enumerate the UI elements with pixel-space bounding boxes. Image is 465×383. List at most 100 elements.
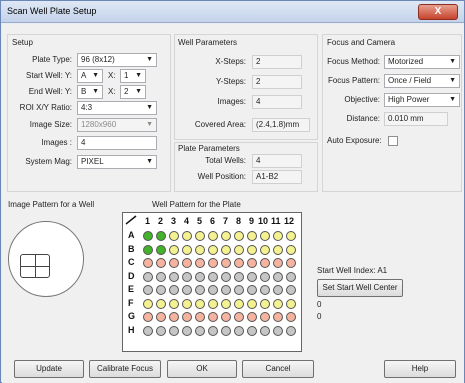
plate-well[interactable]	[234, 258, 244, 268]
set-start-well-center-button[interactable]: Set Start Well Center	[317, 279, 403, 297]
plate-well[interactable]	[247, 325, 257, 336]
plate-well[interactable]	[286, 325, 296, 336]
plate-well[interactable]	[234, 271, 244, 282]
plate-well[interactable]	[143, 298, 153, 309]
plate-well[interactable]	[195, 258, 205, 268]
plate-well[interactable]	[221, 298, 231, 309]
plate-well[interactable]	[156, 271, 166, 282]
plate-well[interactable]	[182, 298, 192, 309]
plate-well[interactable]	[273, 298, 283, 309]
plate-well[interactable]	[247, 285, 257, 295]
focus-method-select[interactable]: Motorized ▼	[384, 55, 460, 69]
plate-well[interactable]	[208, 285, 218, 295]
plate-well[interactable]	[273, 271, 283, 282]
plate-well[interactable]	[286, 244, 296, 255]
plate-well[interactable]	[143, 312, 153, 322]
plate-type-select[interactable]: 96 (8x12) ▼	[77, 53, 157, 67]
plate-well[interactable]	[221, 312, 231, 322]
plate-well[interactable]	[260, 298, 270, 309]
system-mag-select[interactable]: PIXEL ▼	[77, 155, 157, 169]
plate-well[interactable]	[247, 271, 257, 282]
plate-well[interactable]	[143, 325, 153, 336]
plate-well[interactable]	[208, 244, 218, 255]
plate-well[interactable]	[169, 271, 179, 282]
start-y-select[interactable]: A ▼	[77, 69, 103, 83]
plate-well[interactable]	[273, 244, 283, 255]
plate-well[interactable]	[169, 325, 179, 336]
plate-well[interactable]	[260, 312, 270, 322]
plate-well[interactable]	[260, 231, 270, 241]
plate-well[interactable]	[273, 312, 283, 322]
plate-well[interactable]	[208, 298, 218, 309]
plate-well[interactable]	[286, 312, 296, 322]
calibrate-focus-button[interactable]: Calibrate Focus	[89, 360, 161, 378]
plate-well[interactable]	[195, 298, 205, 309]
plate-well[interactable]	[247, 312, 257, 322]
plate-well[interactable]	[260, 244, 270, 255]
plate-well[interactable]	[208, 312, 218, 322]
plate-well[interactable]	[234, 285, 244, 295]
plate-well[interactable]	[169, 244, 179, 255]
plate-well[interactable]	[182, 285, 192, 295]
help-button[interactable]: Help	[384, 360, 456, 378]
plate-well[interactable]	[221, 285, 231, 295]
plate-well[interactable]	[273, 325, 283, 336]
plate-well[interactable]	[182, 231, 192, 241]
plate-well[interactable]	[247, 258, 257, 268]
plate-well[interactable]	[273, 258, 283, 268]
plate-well[interactable]	[169, 258, 179, 268]
plate-well[interactable]	[208, 325, 218, 336]
plate-well[interactable]	[221, 231, 231, 241]
plate-well[interactable]	[143, 285, 153, 295]
auto-exposure-checkbox[interactable]	[388, 136, 398, 146]
plate-well[interactable]	[143, 231, 153, 241]
focus-pattern-select[interactable]: Once / Field ▼	[384, 74, 460, 88]
plate-well[interactable]	[169, 231, 179, 241]
plate-well[interactable]	[286, 271, 296, 282]
plate-well[interactable]	[234, 244, 244, 255]
start-x-select[interactable]: 1 ▼	[120, 69, 146, 83]
end-y-select[interactable]: B ▼	[77, 85, 103, 99]
plate-well[interactable]	[156, 285, 166, 295]
plate-well[interactable]	[221, 325, 231, 336]
plate-well[interactable]	[260, 285, 270, 295]
plate-well[interactable]	[260, 258, 270, 268]
plate-well[interactable]	[156, 312, 166, 322]
plate-well[interactable]	[247, 298, 257, 309]
plate-well[interactable]	[143, 244, 153, 255]
plate-well[interactable]	[234, 312, 244, 322]
plate-well[interactable]	[182, 271, 192, 282]
plate-well[interactable]	[260, 325, 270, 336]
plate-well[interactable]	[156, 244, 166, 255]
plate-well[interactable]	[247, 244, 257, 255]
plate-well[interactable]	[156, 325, 166, 336]
images-input[interactable]: 4	[77, 136, 157, 150]
plate-well[interactable]	[273, 231, 283, 241]
plate-well[interactable]	[156, 258, 166, 268]
plate-well[interactable]	[195, 231, 205, 241]
plate-well[interactable]	[169, 298, 179, 309]
plate-well[interactable]	[169, 312, 179, 322]
plate-well[interactable]	[195, 312, 205, 322]
plate-well[interactable]	[143, 271, 153, 282]
plate-well[interactable]	[234, 231, 244, 241]
end-x-select[interactable]: 2 ▼	[120, 85, 146, 99]
plate-well[interactable]	[195, 244, 205, 255]
plate-well[interactable]	[195, 325, 205, 336]
plate-well[interactable]	[234, 298, 244, 309]
plate-well[interactable]	[156, 298, 166, 309]
close-button[interactable]: X	[418, 4, 458, 20]
roi-select[interactable]: 4:3 ▼	[77, 101, 157, 115]
plate-well[interactable]	[208, 271, 218, 282]
plate-well[interactable]	[286, 231, 296, 241]
plate-well[interactable]	[182, 244, 192, 255]
plate-well[interactable]	[182, 325, 192, 336]
plate-well[interactable]	[286, 258, 296, 268]
cancel-button[interactable]: Cancel	[242, 360, 314, 378]
plate-well[interactable]	[221, 258, 231, 268]
plate-well[interactable]	[143, 258, 153, 268]
plate-well[interactable]	[286, 285, 296, 295]
plate-well[interactable]	[260, 271, 270, 282]
plate-well[interactable]	[221, 244, 231, 255]
plate-well[interactable]	[195, 271, 205, 282]
